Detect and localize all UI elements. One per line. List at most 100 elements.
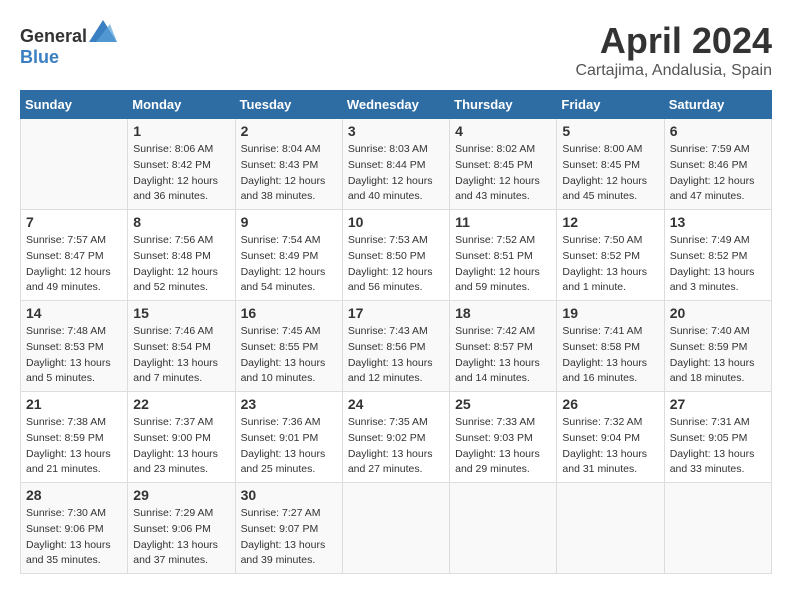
day-info: Sunrise: 7:37 AMSunset: 9:00 PMDaylight:… (133, 415, 229, 478)
day-info: Sunrise: 8:06 AMSunset: 8:42 PMDaylight:… (133, 142, 229, 205)
day-info: Sunrise: 7:53 AMSunset: 8:50 PMDaylight:… (348, 233, 444, 296)
day-number: 25 (455, 396, 551, 412)
calendar-week-row: 28 Sunrise: 7:30 AMSunset: 9:06 PMDayligh… (21, 483, 772, 574)
day-info: Sunrise: 7:43 AMSunset: 8:56 PMDaylight:… (348, 324, 444, 387)
calendar-cell: 15Sunrise: 7:46 AMSunset: 8:54 PMDayligh… (128, 301, 235, 392)
calendar-cell: 18 Sunrise: 7:42 AMSunset: 8:57 PMDayligh… (450, 301, 557, 392)
day-number: 18 (455, 305, 551, 321)
calendar-cell: 2 Sunrise: 8:04 AMSunset: 8:43 PMDaylight… (235, 119, 342, 210)
calendar-week-row: 1Sunrise: 8:06 AMSunset: 8:42 PMDaylight… (21, 119, 772, 210)
calendar-cell: 29 Sunrise: 7:29 AMSunset: 9:06 PMDayligh… (128, 483, 235, 574)
day-info: Sunrise: 8:02 AMSunset: 8:45 PMDaylight:… (455, 142, 551, 205)
day-number: 12 (562, 214, 658, 230)
calendar-cell: 22 Sunrise: 7:37 AMSunset: 9:00 PMDayligh… (128, 392, 235, 483)
calendar-cell (21, 119, 128, 210)
day-info: Sunrise: 7:41 AMSunset: 8:58 PMDaylight:… (562, 324, 658, 387)
day-number: 30 (241, 487, 337, 503)
day-info: Sunrise: 7:31 AMSunset: 9:05 PMDaylight:… (670, 415, 766, 478)
day-info: Sunrise: 7:45 AMSunset: 8:55 PMDaylight:… (241, 324, 337, 387)
day-info: Sunrise: 7:52 AMSunset: 8:51 PMDaylight:… (455, 233, 551, 296)
logo-blue: Blue (20, 47, 59, 67)
header-tuesday: Tuesday (235, 91, 342, 119)
calendar-cell: 30 Sunrise: 7:27 AMSunset: 9:07 PMDayligh… (235, 483, 342, 574)
calendar-cell: 3Sunrise: 8:03 AMSunset: 8:44 PMDaylight… (342, 119, 449, 210)
day-number: 23 (241, 396, 337, 412)
header-wednesday: Wednesday (342, 91, 449, 119)
calendar-cell: 10 Sunrise: 7:53 AMSunset: 8:50 PMDayligh… (342, 210, 449, 301)
calendar-cell: 5 Sunrise: 8:00 AMSunset: 8:45 PMDaylight… (557, 119, 664, 210)
header-saturday: Saturday (664, 91, 771, 119)
calendar-cell: 13 Sunrise: 7:49 AMSunset: 8:52 PMDayligh… (664, 210, 771, 301)
calendar-cell: 17 Sunrise: 7:43 AMSunset: 8:56 PMDayligh… (342, 301, 449, 392)
day-number: 17 (348, 305, 444, 321)
day-number: 10 (348, 214, 444, 230)
location-title: Cartajima, Andalusia, Spain (575, 62, 772, 80)
calendar-cell: 23 Sunrise: 7:36 AMSunset: 9:01 PMDayligh… (235, 392, 342, 483)
day-info: Sunrise: 7:54 AMSunset: 8:49 PMDaylight:… (241, 233, 337, 296)
day-number: 22 (133, 396, 229, 412)
day-number: 3 (348, 123, 444, 139)
day-number: 21 (26, 396, 122, 412)
calendar-cell: 19 Sunrise: 7:41 AMSunset: 8:58 PMDayligh… (557, 301, 664, 392)
calendar-header-row: SundayMondayTuesdayWednesdayThursdayFrid… (21, 91, 772, 119)
page-header: General Blue April 2024 Cartajima, Andal… (20, 20, 772, 80)
day-info: Sunrise: 7:27 AMSunset: 9:07 PMDaylight:… (241, 506, 337, 569)
day-number: 7 (26, 214, 122, 230)
day-number: 14 (26, 305, 122, 321)
day-number: 19 (562, 305, 658, 321)
calendar-table: SundayMondayTuesdayWednesdayThursdayFrid… (20, 90, 772, 574)
calendar-cell: 14 Sunrise: 7:48 AMSunset: 8:53 PMDayligh… (21, 301, 128, 392)
day-info: Sunrise: 7:30 AMSunset: 9:06 PMDaylight:… (26, 506, 122, 569)
calendar-cell: 4 Sunrise: 8:02 AMSunset: 8:45 PMDaylight… (450, 119, 557, 210)
day-info: Sunrise: 7:29 AMSunset: 9:06 PMDaylight:… (133, 506, 229, 569)
calendar-cell: 21 Sunrise: 7:38 AMSunset: 8:59 PMDayligh… (21, 392, 128, 483)
calendar-cell: 26 Sunrise: 7:32 AMSunset: 9:04 PMDayligh… (557, 392, 664, 483)
day-info: Sunrise: 7:48 AMSunset: 8:53 PMDaylight:… (26, 324, 122, 387)
day-number: 15 (133, 305, 229, 321)
day-number: 16 (241, 305, 337, 321)
day-number: 13 (670, 214, 766, 230)
day-info: Sunrise: 7:49 AMSunset: 8:52 PMDaylight:… (670, 233, 766, 296)
day-number: 28 (26, 487, 122, 503)
calendar-cell: 25 Sunrise: 7:33 AMSunset: 9:03 PMDayligh… (450, 392, 557, 483)
calendar-cell: 27 Sunrise: 7:31 AMSunset: 9:05 PMDayligh… (664, 392, 771, 483)
day-number: 4 (455, 123, 551, 139)
calendar-cell: 1Sunrise: 8:06 AMSunset: 8:42 PMDaylight… (128, 119, 235, 210)
day-info: Sunrise: 7:36 AMSunset: 9:01 PMDaylight:… (241, 415, 337, 478)
calendar-cell: 9 Sunrise: 7:54 AMSunset: 8:49 PMDaylight… (235, 210, 342, 301)
calendar-cell (557, 483, 664, 574)
day-number: 6 (670, 123, 766, 139)
day-info: Sunrise: 7:35 AMSunset: 9:02 PMDaylight:… (348, 415, 444, 478)
month-title: April 2024 (575, 20, 772, 62)
calendar-cell: 28 Sunrise: 7:30 AMSunset: 9:06 PMDayligh… (21, 483, 128, 574)
day-info: Sunrise: 7:56 AMSunset: 8:48 PMDaylight:… (133, 233, 229, 296)
calendar-cell: 12 Sunrise: 7:50 AMSunset: 8:52 PMDayligh… (557, 210, 664, 301)
calendar-week-row: 7 Sunrise: 7:57 AMSunset: 8:47 PMDaylight… (21, 210, 772, 301)
calendar-cell: 7 Sunrise: 7:57 AMSunset: 8:47 PMDaylight… (21, 210, 128, 301)
day-info: Sunrise: 8:00 AMSunset: 8:45 PMDaylight:… (562, 142, 658, 205)
day-number: 11 (455, 214, 551, 230)
day-info: Sunrise: 7:42 AMSunset: 8:57 PMDaylight:… (455, 324, 551, 387)
header-sunday: Sunday (21, 91, 128, 119)
day-number: 2 (241, 123, 337, 139)
day-info: Sunrise: 7:33 AMSunset: 9:03 PMDaylight:… (455, 415, 551, 478)
calendar-cell (450, 483, 557, 574)
day-number: 5 (562, 123, 658, 139)
day-info: Sunrise: 7:32 AMSunset: 9:04 PMDaylight:… (562, 415, 658, 478)
day-info: Sunrise: 8:04 AMSunset: 8:43 PMDaylight:… (241, 142, 337, 205)
day-info: Sunrise: 7:59 AMSunset: 8:46 PMDaylight:… (670, 142, 766, 205)
calendar-cell: 11 Sunrise: 7:52 AMSunset: 8:51 PMDayligh… (450, 210, 557, 301)
day-number: 26 (562, 396, 658, 412)
day-info: Sunrise: 7:57 AMSunset: 8:47 PMDaylight:… (26, 233, 122, 296)
calendar-week-row: 21 Sunrise: 7:38 AMSunset: 8:59 PMDayligh… (21, 392, 772, 483)
day-info: Sunrise: 7:38 AMSunset: 8:59 PMDaylight:… (26, 415, 122, 478)
header-friday: Friday (557, 91, 664, 119)
day-info: Sunrise: 7:40 AMSunset: 8:59 PMDaylight:… (670, 324, 766, 387)
day-number: 27 (670, 396, 766, 412)
day-number: 9 (241, 214, 337, 230)
calendar-cell: 24Sunrise: 7:35 AMSunset: 9:02 PMDayligh… (342, 392, 449, 483)
day-info: Sunrise: 7:50 AMSunset: 8:52 PMDaylight:… (562, 233, 658, 296)
calendar-cell: 6 Sunrise: 7:59 AMSunset: 8:46 PMDaylight… (664, 119, 771, 210)
calendar-cell: 20Sunrise: 7:40 AMSunset: 8:59 PMDayligh… (664, 301, 771, 392)
day-number: 29 (133, 487, 229, 503)
